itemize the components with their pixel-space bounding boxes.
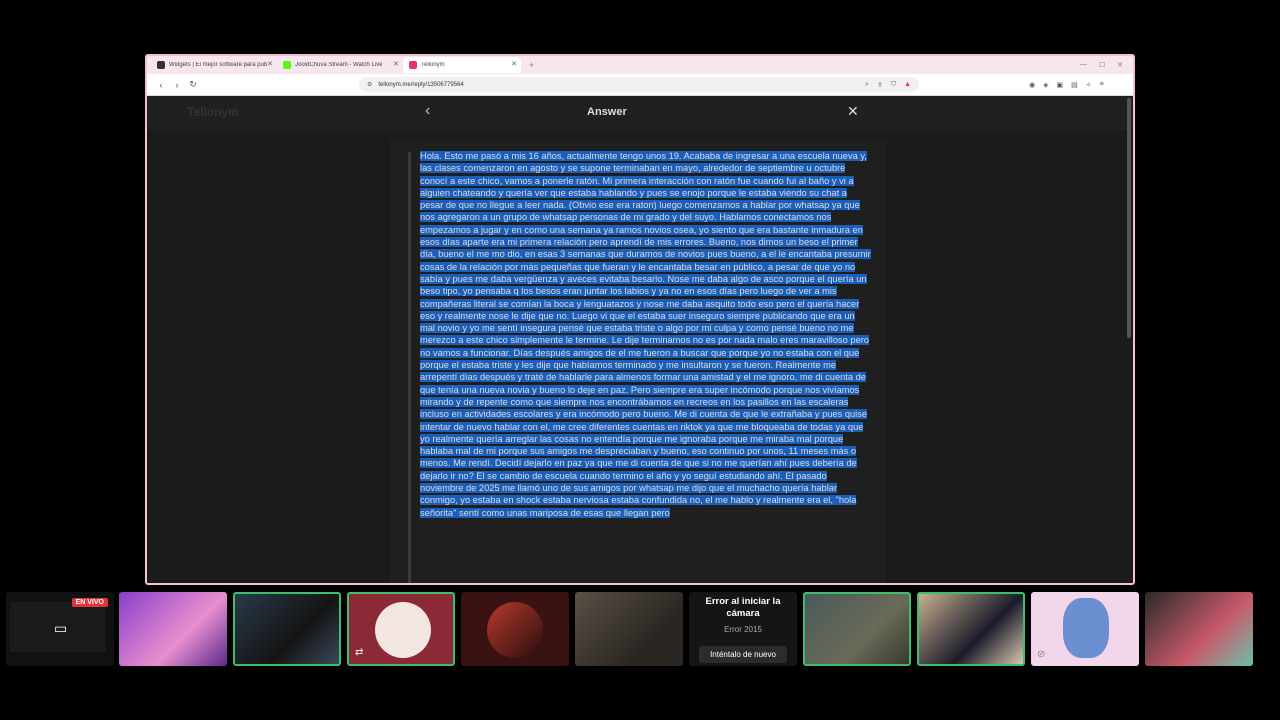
dialog-title: Answer <box>587 106 627 118</box>
back-arrow-icon[interactable]: ‹ <box>153 80 169 90</box>
rewards-icon[interactable]: ▲ <box>904 81 911 89</box>
forward-arrow-icon[interactable]: › <box>169 80 185 90</box>
tab-title: Widgets | El mejor software para pub <box>169 62 268 68</box>
tab-title: Tellonym <box>421 62 445 68</box>
camera-error-code: Error 2015 <box>724 625 762 634</box>
shield-icon[interactable]: ⛉ <box>891 81 896 89</box>
kick-favicon-icon <box>283 61 291 69</box>
participant-video-tile[interactable] <box>119 592 227 666</box>
reload-icon[interactable]: ↻ <box>185 79 201 90</box>
retry-button[interactable]: Inténtalo de nuevo <box>699 646 787 663</box>
address-bar-actions: ⌕ ⇪ ⛉ ▲ <box>865 81 911 89</box>
browser-toolbar: ‹ › ↻ ⚙ tellonym.me/reply/13506779564 ⌕ … <box>147 74 1133 96</box>
menu-icon[interactable]: ≡ <box>1100 81 1104 89</box>
tab-tellonym[interactable]: Tellonym ✕ <box>403 57 521 73</box>
participant-video-tile[interactable] <box>803 592 911 666</box>
new-tab-button[interactable]: + <box>529 60 534 70</box>
participant-video-tile[interactable] <box>575 592 683 666</box>
live-badge: EN VIVO <box>71 598 108 607</box>
extension-icon[interactable]: ◈ <box>1043 81 1048 89</box>
zoom-icon[interactable]: ⌕ <box>865 81 869 89</box>
participant-avatar-tile[interactable]: ⇄ <box>347 592 455 666</box>
selected-message-text[interactable]: Hola. Esto me pasó a mis 16 años, actual… <box>420 151 871 518</box>
site-logo[interactable]: Tellonym <box>187 105 239 119</box>
window-controls: — ☐ ✕ <box>1080 61 1133 69</box>
url-text: tellonym.me/reply/13506779564 <box>378 81 464 88</box>
message-text[interactable]: Hola. Esto me pasó a mis 16 años, actual… <box>420 150 872 519</box>
back-chevron-icon[interactable]: ‹ <box>425 102 430 120</box>
address-bar[interactable]: ⚙ tellonym.me/reply/13506779564 ⌕ ⇪ ⛉ ▲ <box>359 77 919 92</box>
browser-window: Widgets | El mejor software para pub ✕ J… <box>145 54 1135 585</box>
puzzle-icon[interactable]: ✧ <box>1086 81 1092 89</box>
share-icon[interactable]: ⇪ <box>877 81 883 89</box>
mic-off-icon: ⊘ <box>1037 649 1046 660</box>
tab-bar: Widgets | El mejor software para pub ✕ J… <box>147 56 1133 74</box>
camera-error-title: Error al iniciar la cámara <box>705 596 781 619</box>
close-window-icon[interactable]: ✕ <box>1117 61 1123 69</box>
extension-icon[interactable]: ◉ <box>1029 81 1035 89</box>
tab-title: JooidChuva Stream - Watch Live <box>295 62 383 68</box>
screen-share-tile[interactable]: EN VIVO ▭ <box>6 592 114 666</box>
close-tab-icon[interactable]: ✕ <box>511 60 517 68</box>
dialog-header: Tellonym ‹ Answer ✕ <box>147 96 1133 130</box>
widgets-favicon-icon <box>157 61 165 69</box>
close-tab-icon[interactable]: ✕ <box>267 60 273 68</box>
screen-share-icon: ▭ <box>54 620 68 636</box>
answer-dialog: Hola. Esto me pasó a mis 16 años, actual… <box>390 140 886 583</box>
maximize-icon[interactable]: ☐ <box>1099 61 1105 69</box>
tab-widgets[interactable]: Widgets | El mejor software para pub ✕ <box>151 57 277 73</box>
stream-participants-strip: EN VIVO ▭ ⇄ Error al iniciar la cámara E… <box>0 590 1280 670</box>
sidebar-icon[interactable]: ▤ <box>1071 81 1078 89</box>
participant-video-tile[interactable] <box>1145 592 1253 666</box>
screen: Widgets | El mejor software para pub ✕ J… <box>0 0 1280 720</box>
tab-kick-stream[interactable]: JooidChuva Stream - Watch Live ✕ <box>277 57 403 73</box>
participant-avatar-tile[interactable] <box>461 592 569 666</box>
audio-icon: ⇄ <box>355 647 364 658</box>
minimize-icon[interactable]: — <box>1080 61 1087 69</box>
participant-video-tile[interactable] <box>917 592 1025 666</box>
page-scrollbar[interactable] <box>1127 98 1131 338</box>
participant-video-tile[interactable] <box>233 592 341 666</box>
close-icon[interactable]: ✕ <box>847 103 859 120</box>
participant-avatar-tile[interactable]: ⊘ <box>1031 592 1139 666</box>
close-tab-icon[interactable]: ✕ <box>393 60 399 68</box>
site-info-icon[interactable]: ⚙ <box>367 81 372 88</box>
extension-icon[interactable]: ▣ <box>1057 81 1064 89</box>
camera-error-tile: Error al iniciar la cámara Error 2015 In… <box>689 592 797 666</box>
extensions-area: ◉ ◈ ▣ ▤ ✧ ≡ <box>1029 81 1104 89</box>
quote-bar <box>408 152 411 583</box>
tellonym-favicon-icon <box>409 61 417 69</box>
web-page: Tellonym ‹ Answer ✕ Hola. Esto me pasó a… <box>147 96 1133 583</box>
